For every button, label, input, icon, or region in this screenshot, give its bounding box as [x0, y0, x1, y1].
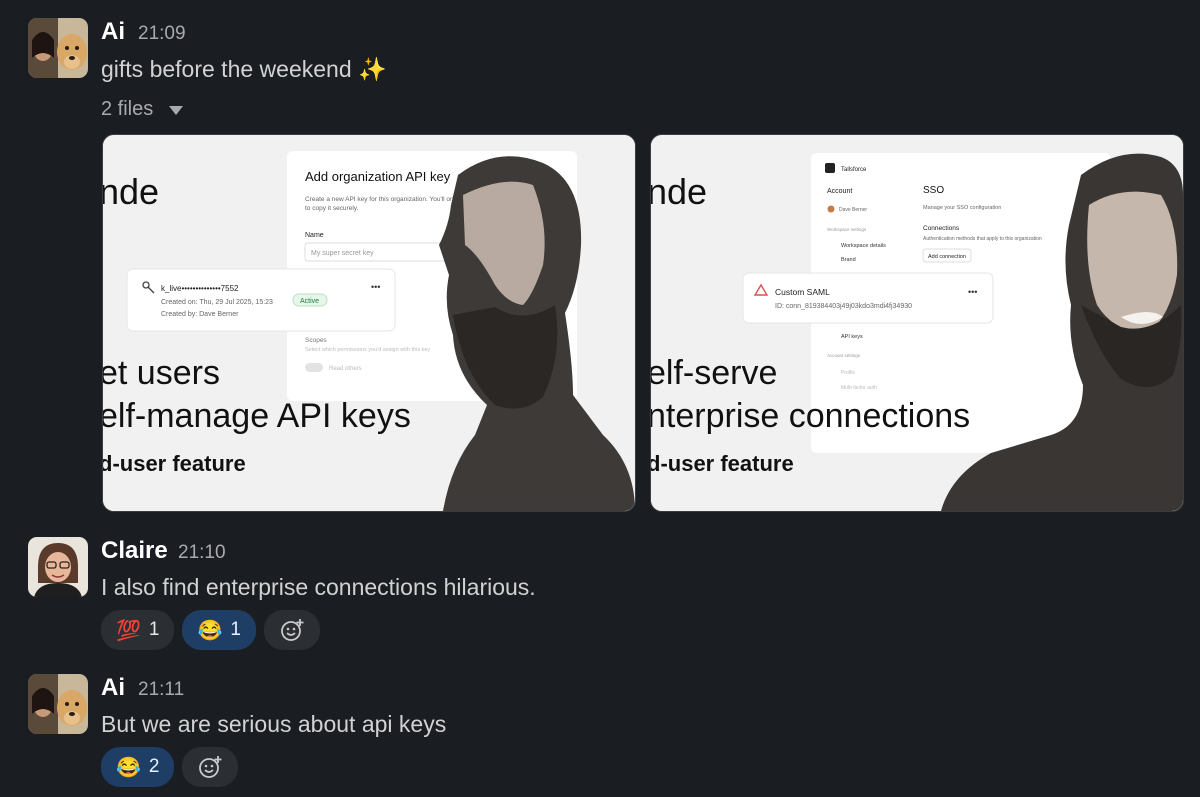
- svg-text:Account: Account: [827, 188, 852, 195]
- svg-text:elf-manage API keys: elf-manage API keys: [103, 397, 411, 435]
- svg-text:Workspace details: Workspace details: [841, 243, 886, 249]
- svg-text:Create a new API key for this: Create a new API key for this organizati…: [305, 196, 459, 203]
- svg-text:Created on: Thu, 29 Jul 2025,: Created on: Thu, 29 Jul 2025, 15:23: [161, 299, 273, 306]
- face-with-tears-of-joy-emoji: 😂: [116, 756, 141, 779]
- svg-text:Account settings: Account settings: [827, 353, 861, 358]
- svg-text:Workspace settings: Workspace settings: [827, 227, 867, 232]
- files-toggle[interactable]: 2 files: [101, 98, 184, 121]
- author-name[interactable]: Ai: [101, 18, 125, 46]
- timestamp[interactable]: 21:10: [178, 542, 226, 564]
- svg-text:d-user feature: d-user feature: [103, 451, 246, 476]
- svg-text:Active: Active: [300, 298, 319, 305]
- reaction-count: 1: [230, 619, 241, 640]
- avatar-ai[interactable]: [28, 18, 88, 78]
- file-preview-image-enterprise-connections: Tallsforce Account Dave Berner Workspace…: [651, 135, 1183, 511]
- svg-text:Multi-factor auth: Multi-factor auth: [841, 385, 877, 391]
- add-reaction-icon: [199, 756, 222, 778]
- face-with-tears-of-joy-emoji: 😂: [197, 619, 223, 642]
- svg-text:Scopes: Scopes: [305, 337, 327, 344]
- reaction-100[interactable]: 💯 1: [101, 610, 175, 650]
- svg-text:elf-serve: elf-serve: [651, 354, 777, 392]
- reaction-count: 1: [148, 619, 160, 640]
- author-name[interactable]: Claire: [101, 537, 168, 565]
- message-text: I also find enterprise connections hilar…: [101, 574, 536, 600]
- author-name[interactable]: Ai: [101, 674, 125, 702]
- svg-text:d-user feature: d-user feature: [651, 451, 794, 476]
- svg-text:Read others: Read others: [329, 366, 362, 372]
- add-reaction-button[interactable]: [263, 610, 320, 650]
- svg-text:et users: et users: [103, 354, 220, 392]
- add-reaction-button[interactable]: [182, 747, 239, 787]
- file-preview-enterprise-connections[interactable]: Tallsforce Account Dave Berner Workspace…: [650, 134, 1184, 512]
- timestamp[interactable]: 21:09: [138, 23, 186, 45]
- svg-text:Created by: Dave Berner: Created by: Dave Berner: [161, 311, 239, 318]
- message-text: gifts before the weekend ✨: [101, 56, 387, 82]
- avatar-ai[interactable]: [28, 674, 88, 734]
- panel-title: Add organization API key: [305, 169, 451, 184]
- svg-text:SSO: SSO: [923, 185, 944, 196]
- svg-text:Profile: Profile: [841, 370, 855, 376]
- svg-text:Add connection: Add connection: [928, 254, 966, 260]
- file-preview-api-keys[interactable]: Add organization API key Create a new AP…: [102, 134, 636, 512]
- message-text: But we are serious about api keys: [101, 711, 447, 737]
- reaction-joy[interactable]: 😂 2: [101, 747, 175, 787]
- svg-text:Connections: Connections: [923, 225, 960, 232]
- reaction-count: 2: [148, 756, 160, 777]
- file-preview-image-api-keys: Add organization API key Create a new AP…: [103, 135, 635, 511]
- svg-text:•••: •••: [371, 282, 380, 292]
- chevron-down-icon: [169, 106, 184, 115]
- svg-text:nde: nde: [651, 171, 707, 212]
- svg-text:Manage your SSO configuration: Manage your SSO configuration: [923, 205, 1001, 211]
- svg-text:to copy it securely.: to copy it securely.: [305, 205, 359, 212]
- svg-text:Dave Berner: Dave Berner: [839, 207, 867, 213]
- svg-text:Name: Name: [305, 232, 324, 239]
- svg-text:Tallsforce: Tallsforce: [841, 167, 867, 173]
- svg-text:k_live••••••••••••••7552: k_live••••••••••••••7552: [161, 284, 239, 293]
- reactions-bar: 😂 2: [101, 747, 239, 787]
- svg-text:Select which permissions you'd: Select which permissions you'd assign wi…: [305, 347, 430, 353]
- avatar-claire[interactable]: [28, 537, 88, 597]
- reaction-joy[interactable]: 😂 1: [182, 610, 256, 650]
- svg-text:nterprise connections: nterprise connections: [651, 397, 970, 435]
- timestamp[interactable]: 21:11: [138, 679, 184, 701]
- files-label: 2 files: [101, 98, 154, 120]
- reactions-bar: 💯 1 😂 1: [101, 610, 320, 650]
- hundred-points-emoji: 💯: [116, 619, 141, 642]
- svg-text:•••: •••: [968, 287, 977, 297]
- svg-text:Brand: Brand: [841, 257, 856, 263]
- svg-text:Authentication methods that ap: Authentication methods that apply to thi…: [923, 236, 1042, 242]
- svg-text:nde: nde: [103, 171, 159, 212]
- add-reaction-icon: [281, 619, 304, 641]
- svg-text:Custom SAML: Custom SAML: [775, 287, 830, 297]
- svg-text:ID: conn_819384403j49j03kdo3md: ID: conn_819384403j49j03kdo3mdi4fj34930: [775, 303, 912, 310]
- svg-text:API keys: API keys: [841, 334, 863, 340]
- svg-text:My super secret key: My super secret key: [311, 250, 374, 257]
